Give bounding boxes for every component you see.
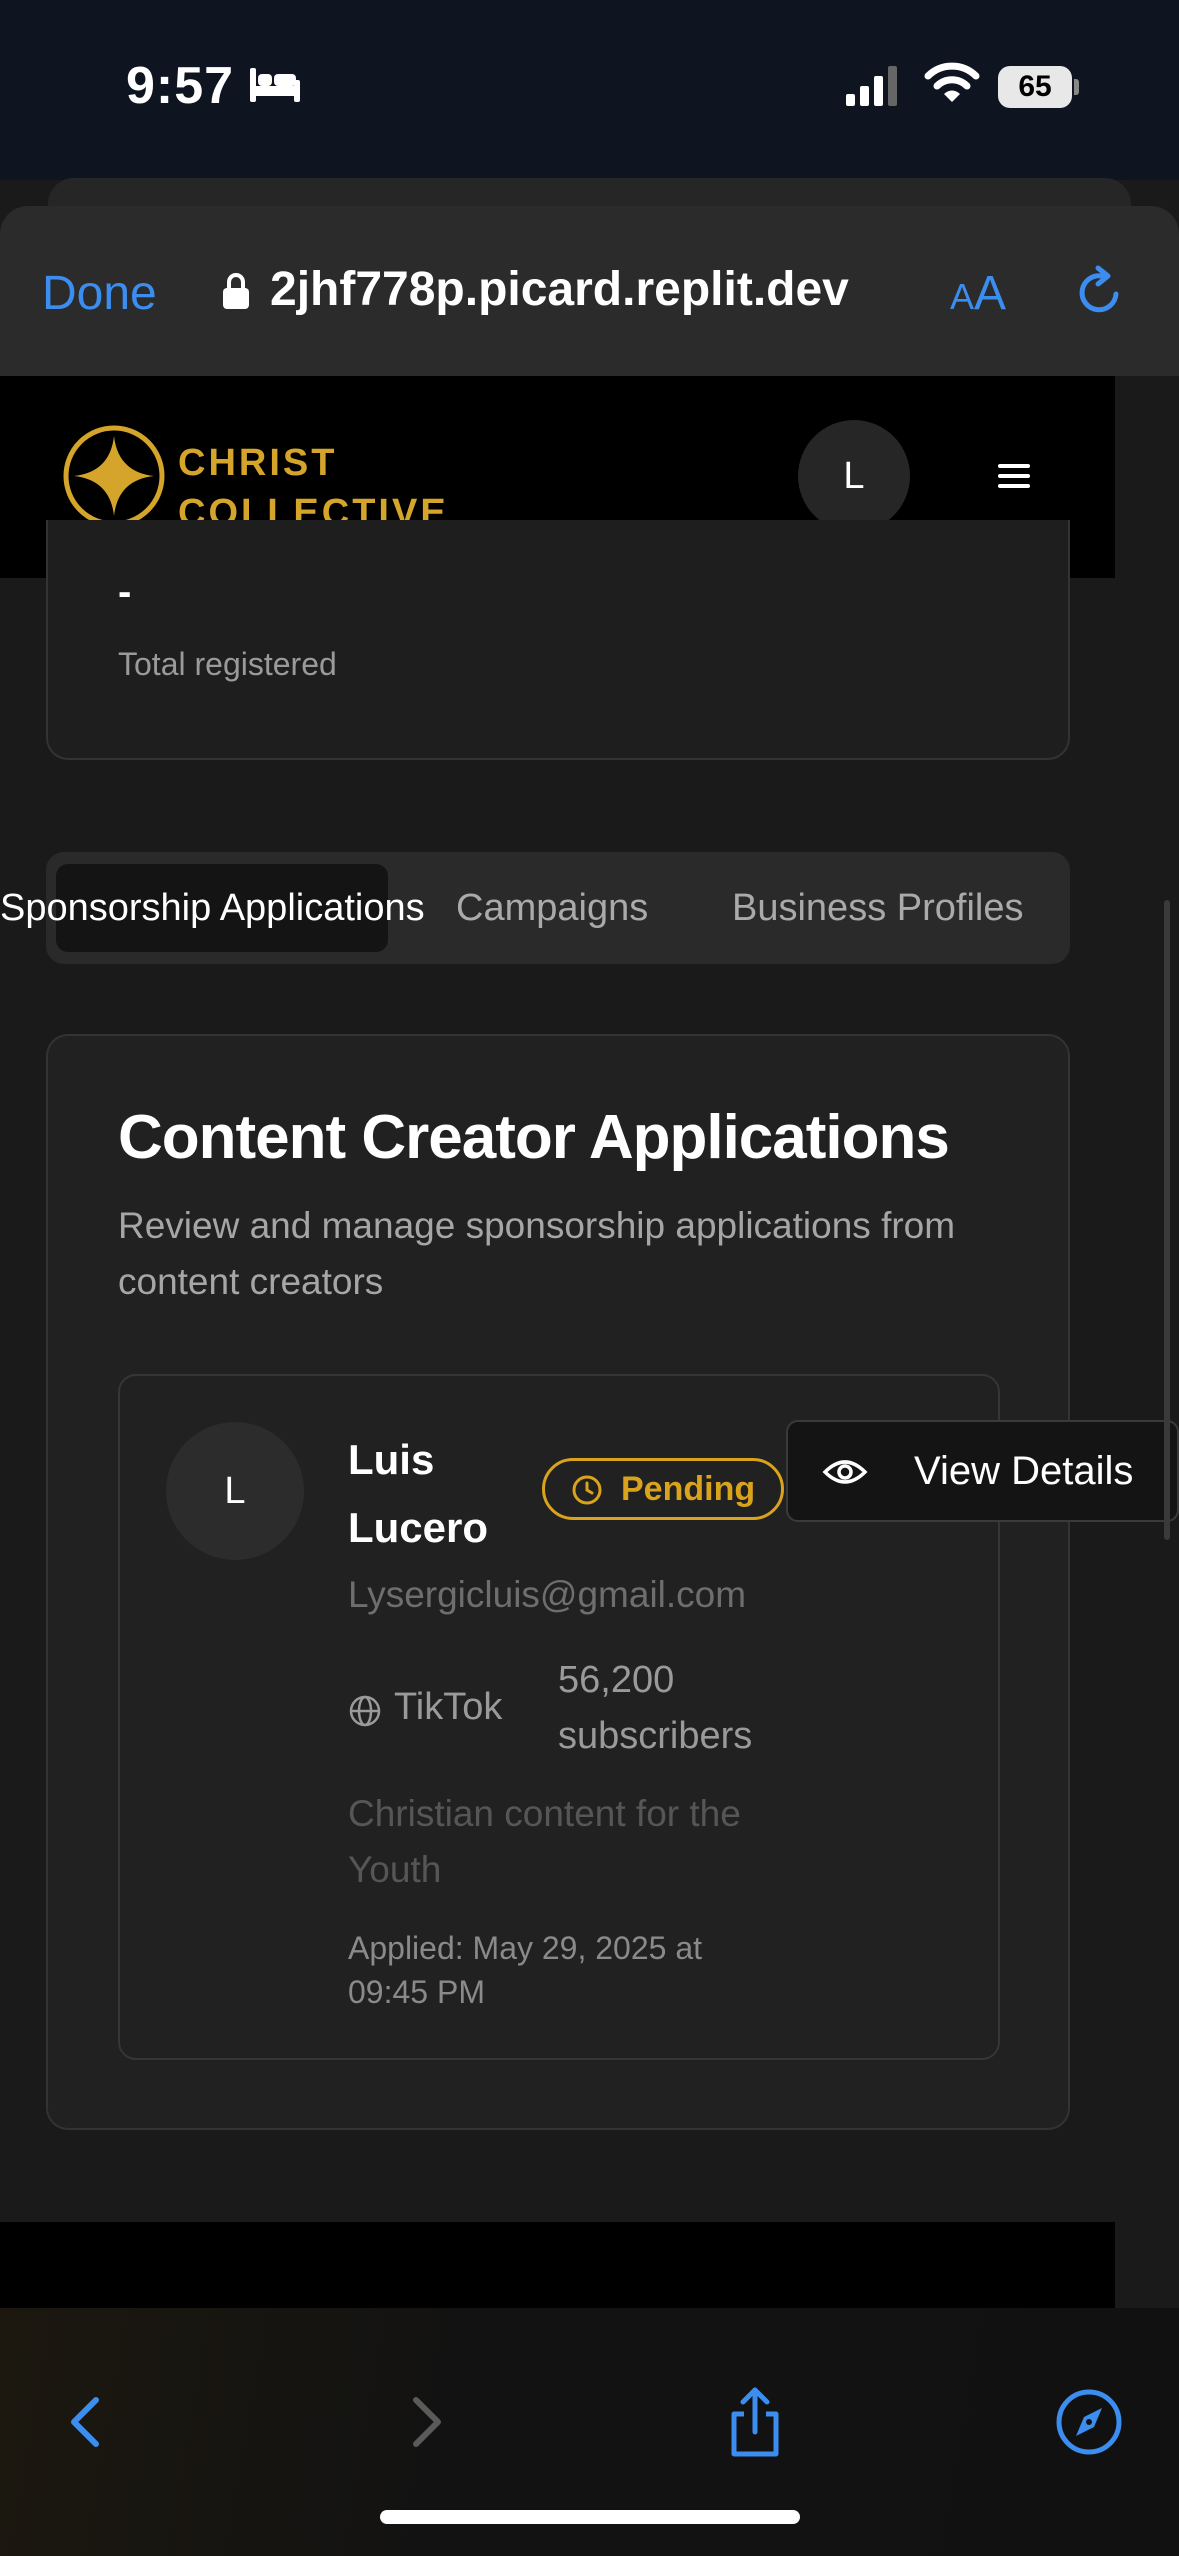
back-icon[interactable] [52,2386,122,2458]
applications-card: Content Creator Applications Review and … [46,1034,1070,2130]
applicant-platform: TikTok [394,1686,503,1728]
browser-url-bar: Done 2jhf778p.picard.replit.dev AA [0,206,1179,376]
sleep-focus-icon [250,68,300,102]
eye-icon [822,1460,868,1484]
clock-icon [572,1475,602,1505]
tab-bar: Sponsorship Applications Campaigns Busin… [0,852,1070,964]
forward-icon[interactable] [390,2386,460,2458]
applicant-avatar: L [166,1422,304,1560]
compass-icon[interactable] [1054,2386,1124,2458]
applicant-bio: Christian content for the Youth [348,1793,741,1890]
page-title: Content Creator Applications [118,1103,950,1172]
applied-date: Applied: May 29, 2025 at 09:45 PM [348,1930,703,2010]
view-details-button[interactable]: View Details [786,1420,1179,1522]
view-details-label: View Details [914,1449,1134,1493]
tab-business-profiles[interactable]: Business Profiles [732,852,1023,964]
stats-label: Total registered [118,646,337,682]
battery-indicator: 65 [998,66,1079,108]
lock-icon [223,273,249,309]
subscriber-count: 56,200 subscribers [558,1659,753,1757]
applicant-name: Luis Lucero [348,1436,489,1551]
url-text[interactable]: 2jhf778p.picard.replit.dev [270,262,849,317]
text-size-button[interactable]: AA [950,266,1006,321]
hamburger-menu-icon[interactable] [992,456,1036,496]
site-footer [0,2222,1115,2312]
status-bar: 9:57 65 [0,0,1179,180]
status-time: 9:57 [126,57,235,115]
cellular-signal-icon [846,66,897,106]
battery-level: 65 [998,66,1072,108]
tab-sponsorship-applications[interactable]: Sponsorship Applications [0,852,425,964]
reload-icon[interactable] [1072,264,1128,320]
stats-card: - Total registered [46,520,1070,760]
home-indicator[interactable] [380,2510,800,2524]
page-description: Review and manage sponsorship applicatio… [118,1205,956,1302]
tab-campaigns[interactable]: Campaigns [456,852,648,964]
share-icon[interactable] [720,2386,790,2458]
status-badge: Pending [542,1458,784,1520]
stats-value: - [118,570,132,614]
globe-icon [349,1695,381,1727]
wifi-icon [924,62,980,102]
applicant-email: Lysergicluis@gmail.com [348,1574,747,1615]
star-logo-icon[interactable] [62,424,166,528]
user-avatar[interactable]: L [798,420,910,532]
done-button[interactable]: Done [42,266,157,321]
page-scrollbar[interactable] [1164,900,1170,1540]
